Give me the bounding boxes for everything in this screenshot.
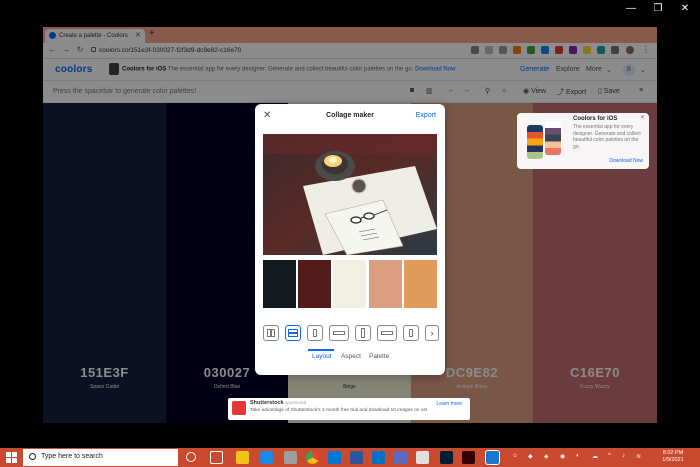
search-icon bbox=[29, 453, 36, 460]
illustrator-icon[interactable] bbox=[462, 451, 475, 464]
task-view-icon[interactable] bbox=[210, 451, 223, 464]
start-tile bbox=[12, 458, 17, 463]
layout-glyph bbox=[271, 329, 275, 337]
shutterstock-logo bbox=[232, 401, 246, 415]
app-icon[interactable] bbox=[394, 451, 407, 464]
windows-start-icon[interactable] bbox=[6, 452, 17, 463]
search-placeholder: Type here to search bbox=[41, 453, 103, 460]
ios-card-desc: The essential app for every designer. Ge… bbox=[573, 124, 641, 150]
chrome-icon[interactable] bbox=[306, 451, 319, 464]
tray-app-icon[interactable]: ◐ bbox=[576, 453, 580, 459]
speaker-icon[interactable]: ♪ bbox=[622, 453, 625, 459]
ad-title: Shutterstock sponsored bbox=[250, 400, 306, 406]
chevron-right-icon[interactable]: › bbox=[425, 325, 439, 341]
layout-options: › bbox=[263, 325, 439, 341]
tab-palette[interactable]: Palette bbox=[369, 353, 389, 360]
tray-app-icon[interactable]: ◆ bbox=[528, 453, 533, 460]
layout-glyph bbox=[313, 329, 317, 337]
ios-card-title: Coolors for iOS bbox=[573, 116, 618, 122]
phones-illustration bbox=[525, 121, 565, 163]
file-explorer-icon[interactable] bbox=[236, 451, 249, 464]
outlook-icon[interactable] bbox=[372, 451, 385, 464]
start-tile bbox=[12, 452, 17, 457]
swatch-5[interactable] bbox=[404, 260, 437, 308]
layout-option-7[interactable] bbox=[403, 325, 419, 341]
minimize-icon[interactable]: — bbox=[624, 3, 638, 15]
edge-icon[interactable] bbox=[260, 451, 273, 464]
modal-export-link[interactable]: Export bbox=[416, 112, 436, 119]
desktop: — ❐ ✕ Create a palette - Coolors ✕ + ← →… bbox=[0, 0, 700, 467]
swatch-1[interactable] bbox=[263, 260, 296, 308]
layout-option-6[interactable] bbox=[377, 325, 397, 341]
modal-tabs: Layout Aspect Palette bbox=[255, 349, 445, 369]
taskbar: Type here to search ☺ ◆ ◈ ◉ ◐ ☁ ^ ♪ ≋ 8:… bbox=[0, 448, 700, 467]
phone-image bbox=[545, 121, 561, 155]
active-app-icon[interactable] bbox=[485, 450, 500, 465]
ad-sponsored: sponsored bbox=[285, 400, 307, 405]
layout-glyph bbox=[409, 329, 413, 337]
ios-card-download-link[interactable]: Download Now bbox=[609, 158, 643, 164]
layout-glyph bbox=[381, 331, 393, 335]
active-tab-indicator bbox=[308, 349, 334, 351]
ad-text: Take advantage of Shutterstock's 1-month… bbox=[250, 408, 428, 413]
app-icon[interactable] bbox=[416, 451, 429, 464]
ios-app-card[interactable]: ✕ Coolors for iOS The essential app for … bbox=[517, 113, 649, 169]
photoshop-icon[interactable] bbox=[440, 451, 453, 464]
store-icon[interactable] bbox=[328, 451, 341, 464]
ad-learn-more[interactable]: Learn more bbox=[436, 401, 462, 407]
taskbar-search-box[interactable]: Type here to search bbox=[23, 449, 178, 466]
close-icon[interactable]: ✕ bbox=[640, 114, 645, 121]
layout-option-3[interactable] bbox=[307, 325, 323, 341]
people-icon[interactable]: ☺ bbox=[512, 453, 518, 459]
collage-maker-modal: ✕ Collage maker Export › Layout Aspect P… bbox=[255, 104, 445, 375]
maximize-icon[interactable]: ❐ bbox=[651, 3, 665, 15]
phone-image bbox=[527, 125, 543, 159]
shield-icon[interactable]: ◈ bbox=[544, 453, 549, 460]
layout-option-5[interactable] bbox=[355, 325, 371, 341]
show-hidden-icons[interactable]: ^ bbox=[608, 453, 611, 459]
clock-date: 1/9/2021 bbox=[662, 457, 684, 463]
clock[interactable]: 8:02 PM 1/9/2021 bbox=[658, 450, 688, 464]
layout-glyph bbox=[288, 333, 298, 337]
layout-option-4[interactable] bbox=[329, 325, 349, 341]
shutterstock-ad[interactable]: Shutterstock sponsored Take advantage of… bbox=[228, 398, 470, 420]
tab-layout[interactable]: Layout bbox=[312, 353, 332, 360]
start-tile bbox=[6, 458, 11, 463]
layout-option-1[interactable] bbox=[263, 325, 279, 341]
tray-app-icon[interactable]: ◉ bbox=[560, 453, 565, 460]
collage-photo bbox=[263, 134, 437, 255]
palette-swatches bbox=[263, 260, 437, 308]
browser-window: Create a palette - Coolors ✕ + ← → ↻ coo… bbox=[43, 27, 657, 423]
app-icon[interactable] bbox=[284, 451, 297, 464]
ad-brand: Shutterstock bbox=[250, 400, 284, 406]
swatch-2[interactable] bbox=[298, 260, 331, 308]
close-window-icon[interactable]: ✕ bbox=[678, 3, 692, 15]
layout-glyph bbox=[333, 331, 345, 335]
tab-aspect[interactable]: Aspect bbox=[341, 353, 361, 360]
word-icon[interactable] bbox=[350, 451, 363, 464]
wifi-icon[interactable]: ≋ bbox=[636, 453, 641, 460]
cortana-icon[interactable] bbox=[186, 452, 196, 462]
onedrive-icon[interactable]: ☁ bbox=[592, 453, 598, 460]
swatch-3[interactable] bbox=[333, 260, 366, 308]
start-tile bbox=[6, 452, 11, 457]
clock-time: 8:02 PM bbox=[662, 450, 684, 456]
layout-option-2[interactable] bbox=[285, 325, 301, 341]
layout-glyph bbox=[361, 328, 365, 338]
swatch-4[interactable] bbox=[369, 260, 402, 308]
photo-image bbox=[263, 134, 437, 255]
